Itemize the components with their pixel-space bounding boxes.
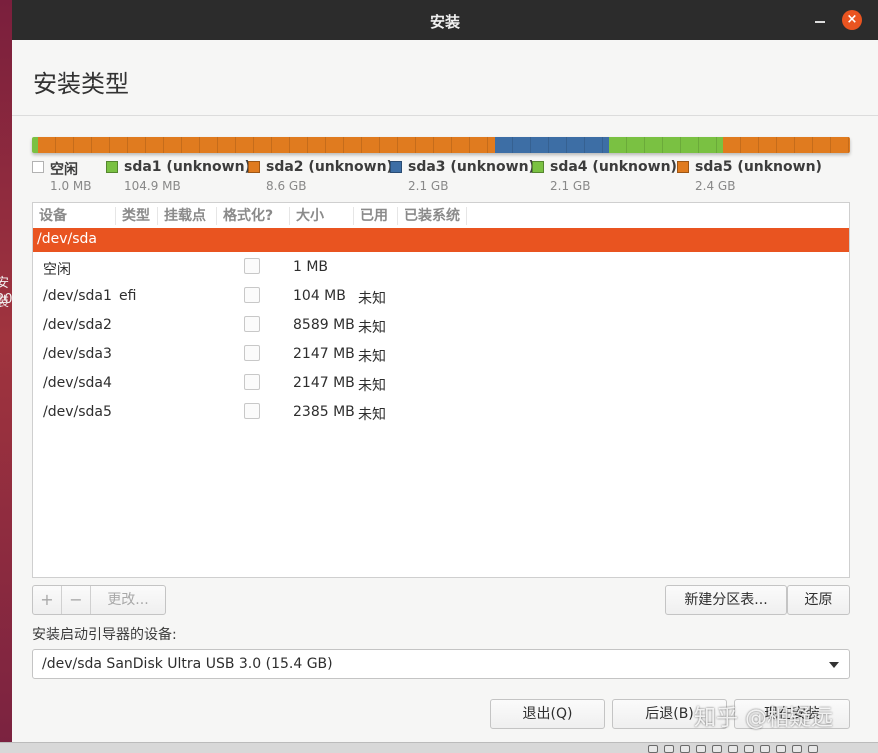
page-header: 安装类型 <box>12 40 878 116</box>
device-name: /dev/sda <box>37 231 97 247</box>
column-header-mount[interactable]: 挂载点 <box>157 207 206 225</box>
cpu-icon <box>760 745 770 753</box>
bootloader-label: 安装启动引导器的设备: <box>32 627 177 643</box>
format-checkbox[interactable] <box>244 403 260 419</box>
table-row[interactable]: /dev/sda3 2147 MB 未知 <box>33 340 849 369</box>
partition-size: 1 MB <box>293 259 329 275</box>
legend-size: 2.1 GB <box>550 179 591 193</box>
new-partition-table-button[interactable]: 新建分区表... <box>665 585 787 615</box>
table-header: 设备 类型 挂载点 格式化? 大小 已用 已装系统 <box>33 203 849 229</box>
watermark: 知乎 @相疑远 <box>694 706 833 731</box>
legend-swatch <box>677 161 689 173</box>
device-name: /dev/sda3 <box>43 346 112 362</box>
minimize-icon[interactable] <box>812 12 828 28</box>
partition-bar <box>32 137 850 153</box>
partition-size: 8589 MB <box>293 317 355 333</box>
revert-button[interactable]: 还原 <box>787 585 850 615</box>
partition-used: 未知 <box>358 291 386 307</box>
partition-used: 未知 <box>358 407 386 423</box>
column-header-size[interactable]: 大小 <box>289 207 324 225</box>
legend-name: sda4 (unknown) <box>550 159 677 175</box>
format-checkbox[interactable] <box>244 258 260 274</box>
device-name: /dev/sda2 <box>43 317 112 333</box>
change-partition-button[interactable]: 更改... <box>91 586 165 614</box>
device-name: /dev/sda4 <box>43 375 112 391</box>
column-header-type[interactable]: 类型 <box>115 207 150 225</box>
legend-size: 8.6 GB <box>266 179 307 193</box>
desktop-background: 安装 20 <box>0 0 13 753</box>
legend-swatch <box>248 161 260 173</box>
legend-swatch <box>390 161 402 173</box>
add-partition-button[interactable]: + <box>33 586 62 614</box>
format-checkbox[interactable] <box>244 287 260 303</box>
cd-icon <box>664 745 674 753</box>
title-bar: 安装 × <box>12 0 878 40</box>
legend-swatch <box>532 161 544 173</box>
page-title: 安装类型 <box>33 70 129 98</box>
column-header-format[interactable]: 格式化? <box>216 207 273 225</box>
legend-size: 2.4 GB <box>695 179 736 193</box>
legend-swatch <box>32 161 44 173</box>
format-checkbox[interactable] <box>244 345 260 361</box>
display-icon <box>728 745 738 753</box>
legend-name: sda1 (unknown) <box>124 159 251 175</box>
column-header-device[interactable]: 设备 <box>33 207 67 225</box>
record-icon <box>744 745 754 753</box>
format-checkbox[interactable] <box>244 316 260 332</box>
column-header-system[interactable]: 已装系统 <box>397 207 467 225</box>
partition-bar-segment-sda5 <box>723 137 850 153</box>
table-row[interactable]: /dev/sda1 efi 104 MB 未知 <box>33 282 849 311</box>
device-name: 空闲 <box>43 262 71 278</box>
partition-size: 104 MB <box>293 288 346 304</box>
mouse-icon <box>776 745 786 753</box>
partition-legend: 空闲 1.0 MB sda1 (unknown) 104.9 MB sda2 (unkn… <box>32 159 862 199</box>
partition-size: 2385 MB <box>293 404 355 420</box>
partition-used: 未知 <box>358 349 386 365</box>
legend-swatch <box>106 161 118 173</box>
partition-bar-segment-sda4 <box>608 137 724 153</box>
legend-name: sda5 (unknown) <box>695 159 822 175</box>
disk-icon <box>648 745 658 753</box>
device-name: /dev/sda1 <box>43 288 112 304</box>
host-key-icon <box>808 745 818 753</box>
legend-size: 104.9 MB <box>124 179 181 193</box>
close-icon[interactable]: × <box>842 10 862 30</box>
table-row[interactable]: /dev/sda2 8589 MB 未知 <box>33 311 849 340</box>
table-row-device[interactable]: /dev/sda <box>33 228 849 252</box>
format-checkbox[interactable] <box>244 374 260 390</box>
table-row[interactable]: /dev/sda5 2385 MB 未知 <box>33 398 849 427</box>
remove-partition-button[interactable]: − <box>62 586 91 614</box>
quit-button[interactable]: 退出(Q) <box>490 699 605 729</box>
network-icon <box>696 745 706 753</box>
folder-icon <box>712 745 722 753</box>
partition-bar-segment-sda2 <box>37 137 495 153</box>
keyboard-icon <box>792 745 802 753</box>
device-name: /dev/sda5 <box>43 404 112 420</box>
usb-icon <box>680 745 690 753</box>
legend-size: 1.0 MB <box>50 179 92 193</box>
partition-used: 未知 <box>358 320 386 336</box>
table-row[interactable]: /dev/sda4 2147 MB 未知 <box>33 369 849 398</box>
window-title: 安装 <box>429 13 460 31</box>
partition-size: 2147 MB <box>293 375 355 391</box>
legend-name: 空闲 <box>50 162 78 178</box>
installer-window: 安装 × 安装类型 空闲 1.0 MB sda1 (unknown) 104.9 MB… <box>12 0 878 742</box>
column-header-used[interactable]: 已用 <box>353 207 388 225</box>
bootloader-device-value: /dev/sda SanDisk Ultra USB 3.0 (15.4 GB) <box>42 656 333 672</box>
legend-name: sda2 (unknown) <box>266 159 393 175</box>
partition-size: 2147 MB <box>293 346 355 362</box>
partition-type: efi <box>119 288 137 304</box>
legend-size: 2.1 GB <box>408 179 449 193</box>
chevron-down-icon <box>829 662 839 668</box>
table-row[interactable]: 空闲 1 MB <box>33 253 849 282</box>
bootloader-device-select[interactable]: /dev/sda SanDisk Ultra USB 3.0 (15.4 GB) <box>32 649 850 679</box>
partition-edit-buttons: + − 更改... <box>32 585 166 615</box>
legend-name: sda3 (unknown) <box>408 159 535 175</box>
desktop-label: 20 <box>0 292 13 307</box>
partition-used: 未知 <box>358 378 386 394</box>
vm-status-bar <box>0 742 878 753</box>
partition-bar-segment-sda3 <box>494 137 609 153</box>
partition-table: 设备 类型 挂载点 格式化? 大小 已用 已装系统 /dev/sda 空闲 1 M… <box>32 202 850 578</box>
